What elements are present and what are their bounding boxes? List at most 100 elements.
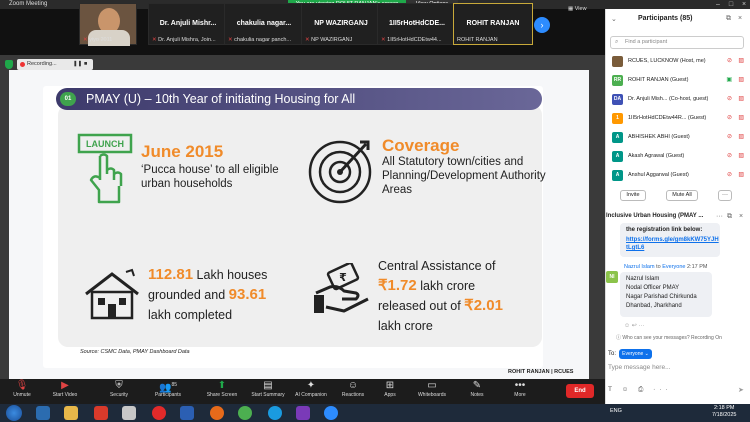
avatar: RR (612, 75, 623, 86)
tray-language[interactable]: ENG (610, 408, 622, 414)
video-tile[interactable]: NP WAZIRGANJ ✕ NP WAZIRGANJ (301, 3, 381, 45)
tile-name: NP WAZIRGANJ (314, 20, 368, 27)
video-tile-active-speaker[interactable]: ROHIT RANJAN ROHIT RANJAN (453, 3, 533, 45)
whiteboards-button[interactable]: ▭ Whiteboards (411, 379, 453, 404)
mic-muted-icon[interactable]: ⊘ (727, 152, 732, 159)
chevron-down-icon[interactable]: ⌄ (611, 15, 617, 23)
tray-clock[interactable]: 2:18 PM 7/18/2025 (712, 405, 736, 419)
participants-button[interactable]: 👥85 Participants (147, 379, 189, 404)
chat-more-icon[interactable]: ··· (716, 213, 723, 220)
close-chat-icon[interactable]: × (739, 213, 743, 220)
start-button[interactable] (6, 405, 22, 421)
launch-label: LAUNCH (86, 139, 124, 149)
chat-sender[interactable]: Nazrul Islam (624, 264, 655, 270)
close-icon[interactable]: × (738, 0, 750, 9)
mic-muted-icon[interactable]: ⊘ (727, 114, 732, 121)
chat-format-toolbar[interactable]: T ☺ ⎙ ··· (608, 386, 672, 394)
chat-message-line: Nodal Officer PMAY (626, 285, 680, 291)
maximize-icon[interactable]: □ (725, 0, 737, 9)
video-off-icon[interactable]: ▨ (738, 57, 744, 64)
more-button[interactable]: ••• More (499, 379, 541, 404)
participant-row[interactable]: A ABHISHEK ABHI (Guest) ⊘ ▨ (610, 128, 746, 147)
to-label: To: (608, 351, 617, 357)
video-off-icon[interactable]: ▨ (738, 76, 744, 83)
popout-icon[interactable]: ⧉ (727, 213, 732, 221)
chat-message-input[interactable]: Type message here... (608, 364, 671, 371)
video-off-icon[interactable]: ▨ (738, 133, 744, 140)
share-screen-icon: ⬆ (217, 380, 227, 391)
chat-reaction-icons[interactable]: ☺ ↩ ··· (624, 322, 644, 329)
ai-companion-button[interactable]: ✦ AI Companion (290, 379, 332, 404)
reactions-button[interactable]: ☺ Reactions (332, 379, 374, 404)
video-off-icon[interactable]: ▨ (738, 152, 744, 159)
chrome-icon[interactable] (238, 406, 252, 420)
participant-row[interactable]: 1 1II5rHotHdCDEtw44R... (Guest) ⊘ ▨ (610, 109, 746, 128)
next-page-arrow-icon[interactable]: › (534, 17, 550, 33)
apps-button[interactable]: ⊞ Apps (369, 379, 411, 404)
recipient-select[interactable]: Everyone ⌄ (619, 349, 652, 359)
video-off-icon[interactable]: ▨ (738, 95, 744, 102)
share-screen-button[interactable]: ⬆ Share Screen (201, 379, 243, 404)
participant-row[interactable]: RR ROHIT RANJAN (Guest) ▣ ▨ (610, 71, 746, 90)
popout-icon[interactable]: ⧉ (726, 15, 731, 23)
zoom-icon[interactable] (324, 406, 338, 420)
mic-muted-icon[interactable]: ⊘ (727, 133, 732, 140)
participants-more-button[interactable]: ··· (718, 190, 732, 201)
close-panel-icon[interactable]: × (738, 15, 742, 22)
media-player-icon[interactable] (94, 406, 108, 420)
opera-icon[interactable] (152, 406, 166, 420)
notes-icon: ✎ (472, 380, 482, 391)
search-icon: ⌕ (615, 39, 619, 45)
app-icon[interactable] (296, 406, 310, 420)
security-button[interactable]: ⛨ Security (98, 379, 140, 404)
pause-icon[interactable]: ❚❚ (73, 59, 82, 70)
send-icon[interactable]: ➤ (738, 386, 744, 394)
firefox-icon[interactable] (210, 406, 224, 420)
who-can-see-note[interactable]: ⓘ Who can see your messages? Recording O… (616, 334, 722, 341)
people-icon: 👥85 (158, 382, 177, 394)
start-summary-button[interactable]: ▤ Start Summary (247, 379, 289, 404)
recording-indicator[interactable]: Recording... ❚❚ ■ (17, 59, 93, 70)
participant-row[interactable]: RCUES, LUCKNOW (Host, me) ⊘ ▨ (610, 52, 746, 71)
window-title: Zoom Meeting (9, 1, 48, 7)
record-dot-icon (20, 62, 25, 67)
assist-text-3: released out of (378, 299, 465, 313)
minimize-icon[interactable]: – (712, 0, 724, 9)
participant-name: Dr. Anjuli Mish... (Co-host, guest) (628, 96, 709, 102)
stop-icon[interactable]: ■ (84, 59, 87, 70)
participant-row[interactable]: A Akash Agrawal (Guest) ⊘ ▨ (610, 147, 746, 166)
mic-muted-icon: ✕ (381, 37, 386, 43)
invite-button[interactable]: Invite (620, 190, 646, 201)
houses-completed-value: 93.61 (228, 286, 267, 303)
notes-button[interactable]: ✎ Notes (456, 379, 498, 404)
end-meeting-button[interactable]: End (566, 384, 594, 398)
chat-message-text: the registration link below: (626, 227, 703, 233)
video-off-icon[interactable]: ▨ (738, 171, 744, 178)
registration-link[interactable]: https://forms.gle/gm8kKW75YJHtLgtL6 (626, 236, 720, 252)
video-tile[interactable]: chakulia nagar... ✕ chakulia nagar panch… (224, 3, 304, 45)
skype-icon[interactable] (268, 406, 282, 420)
app-icon[interactable] (122, 406, 136, 420)
participant-row[interactable]: A Anshul Aggarwal (Guest) ⊘ ▨ (610, 166, 746, 185)
find-participant-input[interactable]: ⌕ Find a participant (610, 36, 744, 49)
ie-icon[interactable] (36, 406, 50, 420)
chat-message-line: Dhanbad, Jharkhand (626, 303, 682, 309)
participant-row[interactable]: DA Dr. Anjuli Mish... (Co-host, guest) ⊘… (610, 90, 746, 109)
mute-all-button[interactable]: Mute All (666, 190, 698, 201)
view-label: View (574, 6, 587, 12)
folder-icon[interactable] (64, 406, 78, 420)
video-tile[interactable]: Dr. Anjuli Mishr... ✕ Dr. Anjuli Mishra,… (148, 3, 228, 45)
unmute-button[interactable]: 🎙 Unmute (1, 379, 43, 404)
mic-muted-icon[interactable]: ⊘ (727, 57, 732, 64)
video-tile[interactable]: ✕ yiyo 2011 (79, 3, 137, 46)
mic-muted-icon[interactable]: ⊘ (727, 171, 732, 178)
mic-on-icon[interactable]: ▣ (726, 76, 732, 83)
whiteboard-icon: ▭ (427, 380, 437, 391)
houses-text-2: grounded and (148, 288, 229, 302)
word-icon[interactable] (180, 406, 194, 420)
video-off-icon[interactable]: ▨ (738, 114, 744, 121)
view-button[interactable]: ▦ View (568, 6, 587, 12)
video-tile[interactable]: 1II5rHotHdCDE... ✕ 1II5rHotHdCDEtw44... (377, 3, 457, 45)
mic-muted-icon[interactable]: ⊘ (727, 95, 732, 102)
start-video-button[interactable]: ▶ Start Video (44, 379, 86, 404)
